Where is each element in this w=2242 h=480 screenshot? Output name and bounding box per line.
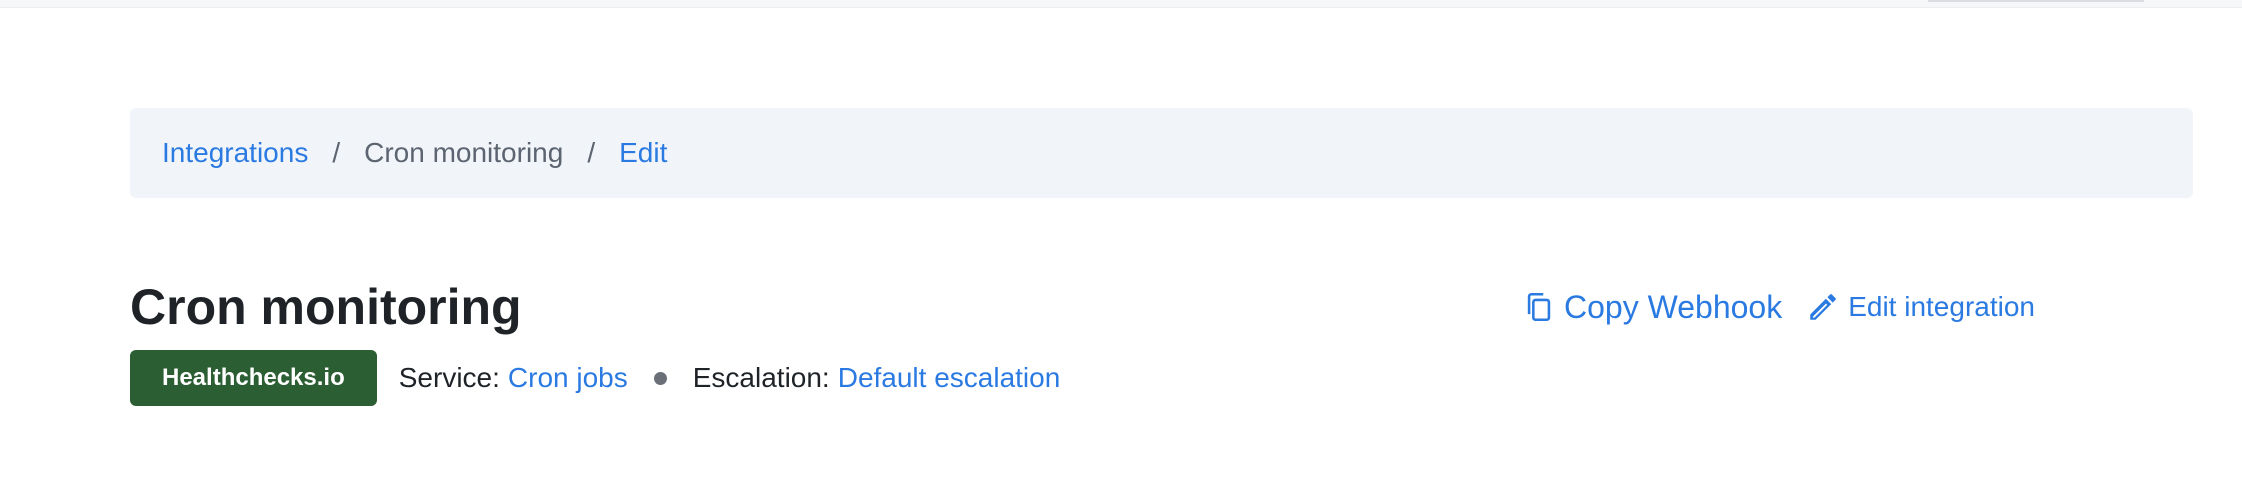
pencil-icon [1806, 290, 1840, 324]
copy-icon [1522, 290, 1556, 324]
breadcrumb: Integrations / Cron monitoring / Edit [130, 108, 2193, 198]
escalation-link[interactable]: Default escalation [838, 362, 1061, 394]
breadcrumb-integrations-link[interactable]: Integrations [162, 137, 308, 169]
navbar-accent [1928, 0, 2144, 2]
top-navbar-edge [0, 0, 2242, 8]
service-label: Service: [398, 362, 500, 393]
breadcrumb-separator: / [587, 137, 596, 168]
breadcrumb-current: Cron monitoring [364, 137, 564, 168]
escalation-label: Escalation: [692, 362, 830, 393]
copy-webhook-button[interactable]: Copy Webhook [1522, 289, 1782, 326]
edit-integration-label: Edit integration [1848, 291, 2035, 322]
edit-integration-button[interactable]: Edit integration [1806, 290, 2035, 324]
breadcrumb-edit-link[interactable]: Edit [619, 137, 667, 169]
page-title: Cron monitoring [130, 279, 522, 335]
header-actions: Copy Webhook Edit integration [1522, 282, 2035, 332]
separator-dot [653, 371, 667, 385]
integration-meta: Healthchecks.io Service: Cron jobs Escal… [130, 350, 1060, 406]
breadcrumb-separator: / [332, 137, 341, 168]
integration-type-badge: Healthchecks.io [130, 350, 377, 406]
service-link[interactable]: Cron jobs [508, 362, 628, 394]
copy-webhook-label: Copy Webhook [1564, 288, 1783, 325]
